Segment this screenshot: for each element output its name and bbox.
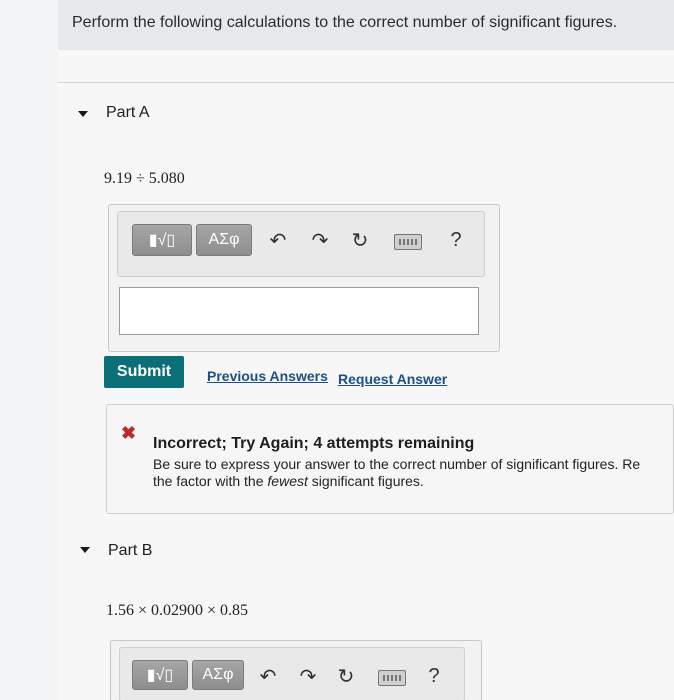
keyboard-icon[interactable]	[378, 670, 406, 686]
template-button[interactable]: ▮√▯	[132, 660, 188, 690]
greek-symbols-button[interactable]: ΑΣφ	[196, 224, 252, 256]
collapse-caret-icon[interactable]	[78, 111, 88, 117]
answer-box: ▮√▯ ΑΣφ ↶ ↷ ↻ ?	[108, 204, 500, 352]
divider	[58, 82, 674, 83]
part-b-expression: 1.56 × 0.02900 × 0.85	[106, 602, 249, 619]
incorrect-icon: ✖	[121, 423, 137, 443]
reset-icon[interactable]: ↻	[334, 662, 358, 690]
math-toolbar: ▮√▯ ΑΣφ ↶ ↷ ↻ ?	[117, 211, 485, 277]
feedback-box: ✖ Incorrect; Try Again; 4 attempts remai…	[106, 404, 674, 514]
submit-button[interactable]: Submit	[104, 356, 184, 388]
answer-box: ▮√▯ ΑΣφ ↶ ↷ ↻ ?	[110, 640, 482, 700]
answer-input[interactable]	[119, 287, 479, 335]
part-a-label[interactable]: Part A	[106, 104, 150, 122]
help-icon[interactable]: ?	[422, 662, 446, 690]
feedback-emphasis: fewest	[267, 473, 308, 489]
feedback-line-1: Be sure to express your answer to the co…	[153, 456, 641, 472]
feedback-line-2-prefix: the factor with the	[153, 473, 268, 489]
undo-icon[interactable]: ↶	[266, 226, 290, 254]
feedback-line-2: the factor with the fewest significant f…	[153, 473, 424, 490]
template-button[interactable]: ▮√▯	[132, 224, 192, 256]
collapse-caret-icon[interactable]	[80, 547, 90, 553]
math-toolbar: ▮√▯ ΑΣφ ↶ ↷ ↻ ?	[119, 647, 465, 700]
redo-icon[interactable]: ↷	[296, 662, 320, 690]
greek-symbols-button[interactable]: ΑΣφ	[192, 660, 244, 690]
part-a-expression: 9.19 ÷ 5.080	[104, 170, 185, 187]
request-answer-link[interactable]: Request Answer	[338, 371, 447, 387]
previous-answers-link[interactable]: Previous Answers	[207, 368, 328, 384]
part-b-label[interactable]: Part B	[108, 542, 152, 560]
help-icon[interactable]: ?	[444, 226, 468, 254]
redo-icon[interactable]: ↷	[308, 226, 332, 254]
keyboard-icon[interactable]	[394, 234, 422, 250]
feedback-line-2-suffix: significant figures.	[307, 473, 424, 489]
instructions-text: Perform the following calculations to th…	[72, 14, 618, 31]
undo-icon[interactable]: ↶	[256, 662, 280, 690]
reset-icon[interactable]: ↻	[348, 226, 372, 254]
feedback-title: Incorrect; Try Again; 4 attempts remaini…	[153, 435, 475, 452]
